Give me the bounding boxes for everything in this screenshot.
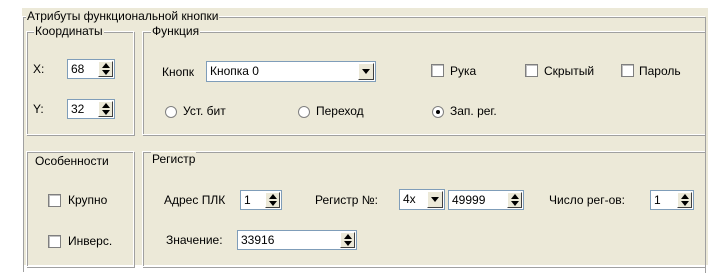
hidden-checkbox-label[interactable]: Скрытый xyxy=(544,63,594,79)
value-label: Значение: xyxy=(166,233,223,247)
value-value: 33916 xyxy=(241,233,275,247)
spin-down-icon xyxy=(511,201,519,206)
spin-down-icon xyxy=(344,241,352,246)
password-checkbox[interactable] xyxy=(621,64,634,77)
set-bit-radio-label[interactable]: Уст. бит xyxy=(183,103,226,119)
write-reg-radio[interactable] xyxy=(432,106,444,118)
spin-up-icon xyxy=(344,234,352,239)
x-spinbox[interactable]: 68 xyxy=(67,59,115,79)
coordinates-group-title: Координаты xyxy=(34,24,104,38)
spin-up-icon xyxy=(681,194,689,199)
y-spinbox[interactable]: 32 xyxy=(67,99,115,119)
value-spinbox[interactable]: 33916 xyxy=(237,230,357,250)
spin-down-icon xyxy=(269,201,277,206)
plc-address-spinbox[interactable]: 1 xyxy=(240,190,282,210)
set-bit-radio[interactable] xyxy=(165,106,177,118)
jump-radio[interactable] xyxy=(298,106,310,118)
large-checkbox[interactable] xyxy=(48,194,61,207)
register-count-spinbox[interactable]: 1 xyxy=(650,190,694,210)
plc-address-label: Адрес ПЛК xyxy=(164,193,226,207)
password-checkbox-label[interactable]: Пароль xyxy=(639,63,681,79)
attributes-panel-title: Атрибуты функциональной кнопки xyxy=(26,9,220,23)
register-type-value: 4x xyxy=(403,192,416,206)
write-reg-radio-label[interactable]: Зап. рег. xyxy=(450,103,497,119)
function-group xyxy=(142,31,705,135)
register-type-select[interactable]: 4x xyxy=(399,189,445,210)
spin-down-icon xyxy=(102,110,110,115)
features-group xyxy=(26,151,134,267)
button-label: Кнопк xyxy=(162,65,195,79)
register-number-value: 49999 xyxy=(452,193,486,207)
value-spin-buttons[interactable] xyxy=(340,232,355,248)
chevron-down-icon xyxy=(362,69,370,74)
register-count-spin-buttons[interactable] xyxy=(677,192,692,208)
radio-selected-dot xyxy=(436,110,440,114)
large-checkbox-label[interactable]: Крупно xyxy=(68,192,107,208)
y-value: 32 xyxy=(71,102,85,116)
coordinates-group xyxy=(26,31,134,135)
function-group-title: Функция xyxy=(151,24,201,38)
hand-checkbox[interactable] xyxy=(431,64,444,77)
button-select-value: Кнопка 0 xyxy=(210,64,259,78)
spin-up-icon xyxy=(102,103,110,108)
register-count-value: 1 xyxy=(654,193,661,207)
features-group-title: Особенности xyxy=(34,154,110,168)
invert-checkbox-label[interactable]: Инверс. xyxy=(68,233,112,249)
x-label: X: xyxy=(33,62,45,76)
chevron-down-icon xyxy=(431,197,439,202)
register-number-spin-buttons[interactable] xyxy=(507,192,522,208)
plc-address-value: 1 xyxy=(244,193,251,207)
y-spin-buttons[interactable] xyxy=(98,101,113,117)
invert-checkbox[interactable] xyxy=(48,235,61,248)
x-spin-buttons[interactable] xyxy=(98,61,113,77)
spin-up-icon xyxy=(269,194,277,199)
register-number-label: Регистр №: xyxy=(315,193,378,207)
hidden-checkbox[interactable] xyxy=(525,64,538,77)
plc-address-spin-buttons[interactable] xyxy=(265,192,280,208)
spin-down-icon xyxy=(102,70,110,75)
button-select-dropdown[interactable] xyxy=(358,63,374,80)
register-type-dropdown[interactable] xyxy=(427,191,443,208)
button-select[interactable]: Кнопка 0 xyxy=(206,61,376,82)
spin-up-icon xyxy=(511,194,519,199)
attributes-panel: Атрибуты функциональной кнопки Координат… xyxy=(22,8,708,273)
register-number-spinbox[interactable]: 49999 xyxy=(448,190,524,210)
x-value: 68 xyxy=(71,62,85,76)
spin-down-icon xyxy=(681,201,689,206)
y-label: Y: xyxy=(33,102,44,116)
jump-radio-label[interactable]: Переход xyxy=(316,103,364,119)
register-group-title: Регистр xyxy=(151,152,197,166)
hand-checkbox-label[interactable]: Рука xyxy=(450,63,476,79)
spin-up-icon xyxy=(102,63,110,68)
register-count-label: Число рег-ов: xyxy=(549,193,625,207)
